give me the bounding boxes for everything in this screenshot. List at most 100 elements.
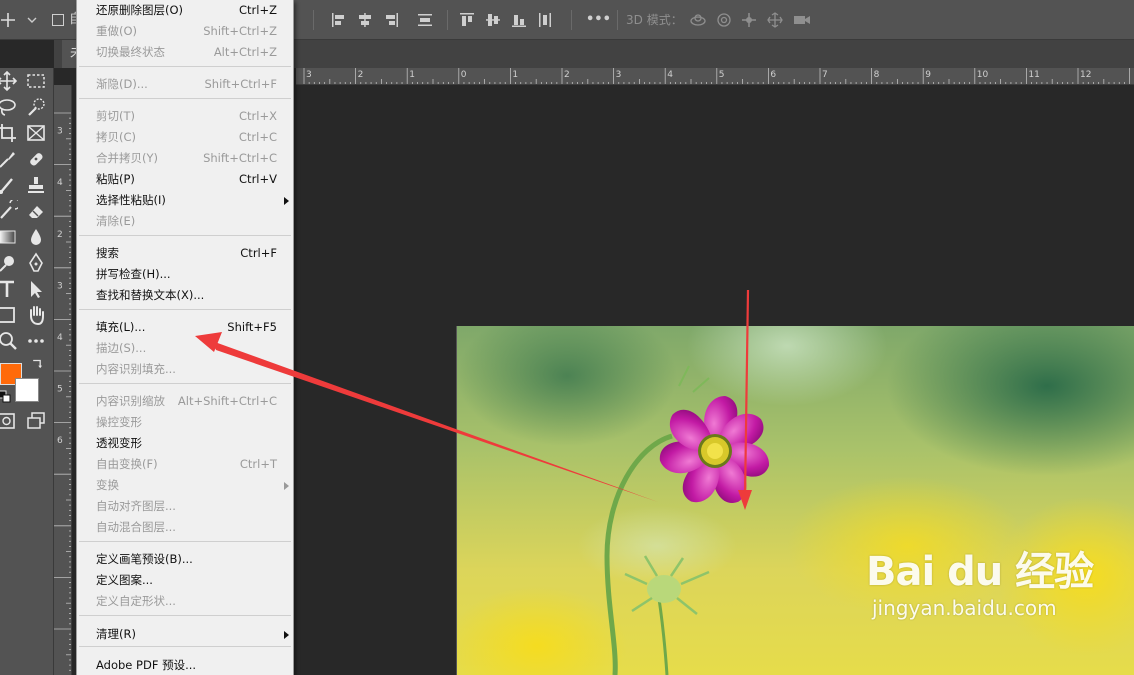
menu-item[interactable]: 自动对齐图层... xyxy=(77,496,293,517)
menu-item[interactable]: 内容识别填充... xyxy=(77,359,293,380)
quick-mask-icon[interactable] xyxy=(0,410,18,432)
eraser-tool-icon[interactable] xyxy=(25,200,47,222)
menu-item[interactable]: 还原删除图层(O) Ctrl+Z xyxy=(77,0,293,21)
align-right-icon[interactable] xyxy=(383,12,399,28)
menu-item-shortcut: Ctrl+X xyxy=(239,109,277,123)
edit-toolbar-icon[interactable] xyxy=(25,330,47,352)
background-color-swatch[interactable] xyxy=(15,378,39,402)
menu-item-label: 选择性粘贴(I) xyxy=(96,193,166,207)
menu-item[interactable]: Adobe PDF 预设... xyxy=(77,655,293,675)
menu-item-label: 内容识别缩放 xyxy=(96,394,165,408)
ruler-label: 3 xyxy=(616,70,622,80)
divider xyxy=(313,10,314,30)
menu-item[interactable]: 清理(R) xyxy=(77,624,293,645)
menu-item[interactable]: 拷贝(C) Ctrl+C xyxy=(77,127,293,148)
eyedropper-tool-icon[interactable] xyxy=(0,148,18,170)
menu-item[interactable]: 定义图案... xyxy=(77,570,293,591)
more-options-button[interactable]: ••• xyxy=(586,0,611,40)
blur-tool-icon[interactable] xyxy=(25,226,47,248)
menu-item[interactable]: 自由变换(F) Ctrl+T xyxy=(77,454,293,475)
menu-item-label: 切换最终状态 xyxy=(96,45,165,59)
chevron-down-icon[interactable] xyxy=(27,12,43,28)
flower-photo xyxy=(457,326,1134,675)
frame-tool-icon[interactable] xyxy=(25,122,47,144)
menu-item[interactable]: 描边(S)... xyxy=(77,338,293,359)
healing-brush-tool-icon[interactable] xyxy=(25,148,47,170)
menu-item[interactable]: 渐隐(D)... Shift+Ctrl+F xyxy=(77,74,293,95)
brush-tool-icon[interactable] xyxy=(0,174,18,196)
align-vertical-center-icon[interactable] xyxy=(485,12,501,28)
menu-item[interactable]: 自动混合图层... xyxy=(77,517,293,538)
menu-item[interactable]: 粘贴(P) Ctrl+V xyxy=(77,169,293,190)
submenu-arrow-icon xyxy=(284,631,289,639)
menu-item-shortcut: Shift+Ctrl+F xyxy=(204,77,278,91)
lasso-tool-icon[interactable] xyxy=(0,96,18,118)
pen-tool-icon[interactable] xyxy=(25,252,47,274)
menu-item[interactable]: 变换 xyxy=(77,475,293,496)
menu-item[interactable]: 填充(L)... Shift+F5 xyxy=(77,317,293,338)
menu-item[interactable]: 定义画笔预设(B)... xyxy=(77,549,293,570)
ruler-label: 6 xyxy=(57,436,63,446)
menu-item[interactable]: 定义自定形状... xyxy=(77,591,293,612)
marquee-tool-icon[interactable] xyxy=(25,70,47,92)
menu-item-shortcut: Ctrl+Z xyxy=(239,3,277,17)
photoshop-window: 自 ••• 3D 模式： 未 xyxy=(0,0,1134,675)
menu-item-label: 重做(O) xyxy=(96,24,138,38)
move-tool-icon[interactable] xyxy=(0,70,18,92)
align-bottom-icon[interactable] xyxy=(511,12,527,28)
menu-item[interactable]: 内容识别缩放 Alt+Shift+Ctrl+C xyxy=(77,391,293,412)
menu-item-label: 定义画笔预设(B)... xyxy=(96,552,193,566)
menu-item[interactable]: 合并拷贝(Y) Shift+Ctrl+C xyxy=(77,148,293,169)
menu-item[interactable]: 重做(O) Shift+Ctrl+Z xyxy=(77,21,293,42)
menu-separator xyxy=(79,98,291,99)
menu-item-label: 拷贝(C) xyxy=(96,130,137,144)
3d-rotate-icon[interactable] xyxy=(689,12,706,28)
menu-item-label: 自由变换(F) xyxy=(96,457,158,471)
screen-mode-icon[interactable] xyxy=(25,410,47,432)
hand-tool-icon[interactable] xyxy=(25,304,47,326)
3d-scale-camera-icon[interactable] xyxy=(793,12,810,28)
rectangle-tool-icon[interactable] xyxy=(0,304,18,326)
align-left-icon[interactable] xyxy=(331,12,347,28)
path-selection-tool-icon[interactable] xyxy=(25,278,47,300)
watermark-url: jingyan.baidu.com xyxy=(872,596,1057,620)
default-colors-icon[interactable] xyxy=(0,390,12,404)
3d-roll-icon[interactable] xyxy=(716,12,732,28)
align-top-icon[interactable] xyxy=(459,12,475,28)
menu-item[interactable]: 清除(E) xyxy=(77,211,293,232)
menu-item[interactable]: 选择性粘贴(I) xyxy=(77,190,293,211)
clone-stamp-tool-icon[interactable] xyxy=(25,174,47,196)
swap-colors-icon[interactable] xyxy=(30,358,44,372)
crop-tool-icon[interactable] xyxy=(0,122,18,144)
menu-item[interactable]: 切换最终状态 Alt+Ctrl+Z xyxy=(77,42,293,63)
type-tool-icon[interactable] xyxy=(0,278,18,300)
gradient-tool-icon[interactable] xyxy=(0,226,18,248)
align-horizontal-center-icon[interactable] xyxy=(357,12,373,28)
document-image[interactable] xyxy=(456,326,1134,675)
ruler-label: 2 xyxy=(358,70,364,80)
menu-item-label: 清除(E) xyxy=(96,214,136,228)
divider xyxy=(447,10,448,30)
menu-item[interactable]: 操控变形 xyxy=(77,412,293,433)
menu-separator xyxy=(79,541,291,542)
auto-select-checkbox[interactable] xyxy=(52,14,64,26)
divider xyxy=(617,10,618,30)
distribute-vertical-icon[interactable] xyxy=(537,12,553,28)
menu-item-label: 渐隐(D)... xyxy=(96,77,148,91)
menu-item[interactable]: 透视变形 xyxy=(77,433,293,454)
3d-drag-icon[interactable] xyxy=(741,12,757,28)
menu-item-label: 搜索 xyxy=(96,246,119,260)
menu-item[interactable]: 剪切(T) Ctrl+X xyxy=(77,106,293,127)
menu-item[interactable]: 搜索 Ctrl+F xyxy=(77,243,293,264)
quick-selection-tool-icon[interactable] xyxy=(25,96,47,118)
distribute-icon[interactable] xyxy=(417,12,433,28)
menu-item[interactable]: 查找和替换文本(X)... xyxy=(77,285,293,306)
move-tool-preset-icon[interactable] xyxy=(0,12,36,28)
3d-slide-icon[interactable] xyxy=(767,12,783,28)
menu-item[interactable]: 拼写检查(H)... xyxy=(77,264,293,285)
zoom-tool-icon[interactable] xyxy=(0,330,18,352)
history-brush-tool-icon[interactable] xyxy=(0,200,18,222)
menu-item-label: 内容识别填充... xyxy=(96,362,176,376)
menu-item-label: 操控变形 xyxy=(96,415,142,429)
dodge-tool-icon[interactable] xyxy=(0,252,18,274)
